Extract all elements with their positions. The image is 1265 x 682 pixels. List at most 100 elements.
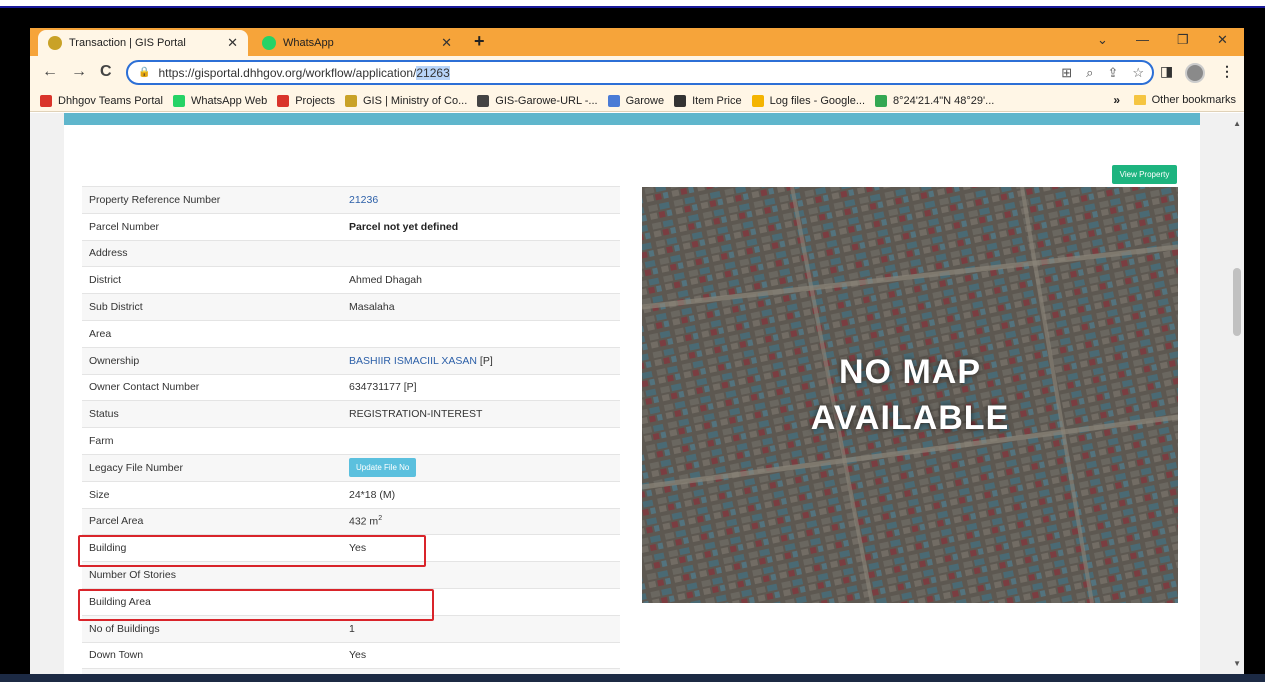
no-map-line2: AVAILABLE — [810, 399, 1010, 437]
property-value-cell: 21236 — [342, 187, 620, 214]
property-value-cell: 634731177 [P] — [342, 374, 620, 401]
forward-icon[interactable]: → — [71, 63, 87, 81]
property-label: Ownership — [89, 354, 140, 367]
scroll-up-icon[interactable]: ▲ — [1233, 119, 1241, 128]
table-row: Farm — [82, 427, 620, 455]
zoom-icon[interactable]: ⌕ — [1086, 65, 1093, 81]
property-value-cell — [342, 240, 620, 267]
projects-icon — [277, 94, 290, 107]
property-value-cell: BASHIIR ISMACIIL XASAN [P] — [342, 347, 620, 374]
unit-superscript: 2 — [378, 515, 383, 523]
scroll-thumb[interactable] — [1233, 268, 1241, 336]
property-value: 634731177 [P] — [349, 381, 417, 394]
bookmark-item[interactable]: Dhhgov Teams Portal — [40, 94, 163, 107]
property-value-cell: REGISTRATION-INTEREST — [342, 401, 620, 428]
property-label: Legacy File Number — [89, 461, 183, 474]
property-label: Property Reference Number — [89, 193, 221, 206]
share-icon[interactable]: ⇪ — [1107, 65, 1118, 81]
whatsapp-icon — [262, 36, 276, 50]
property-value: Masalaha — [349, 301, 395, 314]
property-label: Parcel Area — [89, 515, 144, 528]
bookmark-label: Dhhgov Teams Portal — [58, 94, 163, 107]
bookmark-item[interactable]: Item Price — [674, 94, 742, 107]
bookmark-label: Garowe — [625, 94, 665, 107]
sidebar-icon[interactable]: ◨ — [1160, 63, 1173, 80]
table-row: District Ahmed Dhagah — [82, 266, 620, 294]
garowe-icon — [607, 94, 620, 107]
tab-whatsapp[interactable]: WhatsApp ✕ — [252, 30, 462, 56]
avatar[interactable] — [1185, 63, 1205, 83]
section-header-bar — [64, 113, 1200, 125]
scroll-down-icon[interactable]: ▼ — [1233, 659, 1241, 668]
bookmark-item[interactable]: GIS | Ministry of Co... — [344, 94, 468, 107]
screen-frame: Transaction | GIS Portal ✕ WhatsApp ✕ + … — [0, 0, 1265, 682]
bookmarks-overflow-button[interactable]: » — [1113, 93, 1120, 107]
property-value-cell: Yes — [342, 642, 620, 669]
scrollbar[interactable]: ▲ ▼ — [1230, 113, 1244, 674]
bookmarks-bar: Dhhgov Teams Portal WhatsApp Web Projects G… — [30, 90, 1244, 112]
window-close-icon[interactable]: ✕ — [1217, 32, 1228, 48]
restore-icon[interactable]: ❐ — [1177, 32, 1189, 48]
bookmark-item[interactable]: Log files - Google... — [751, 94, 865, 107]
bookmark-item[interactable]: 8°24'21.4"N 48°29'... — [875, 94, 995, 107]
tab-strip: Transaction | GIS Portal ✕ WhatsApp ✕ + … — [30, 28, 1244, 56]
view-property-button[interactable]: View Property — [1112, 165, 1177, 184]
address-bar[interactable]: 🔒 https://gisportal.dhhgov.org/workflow/… — [126, 60, 1154, 85]
minimize-icon[interactable]: — — [1136, 32, 1149, 47]
url-text: https://gisportal.dhhgov.org/workflow/ap… — [158, 65, 417, 80]
property-label: Down Town — [89, 649, 144, 662]
property-value: Parcel not yet defined — [349, 220, 459, 233]
bookmark-star-icon[interactable]: ☆ — [1132, 65, 1144, 81]
lock-icon: 🔒 — [138, 67, 151, 78]
other-bookmarks-folder[interactable]: Other bookmarks — [1133, 94, 1236, 106]
update-file-no-button[interactable]: Update File No — [349, 458, 417, 478]
tab-search-icon[interactable]: ⌄ — [1097, 32, 1108, 48]
menu-icon[interactable]: ⋮ — [1220, 63, 1234, 80]
property-label: Size — [89, 488, 110, 501]
new-tab-button[interactable]: + — [474, 31, 485, 52]
close-icon[interactable]: ✕ — [227, 35, 238, 51]
property-value: Yes — [349, 649, 367, 662]
property-value[interactable]: BASHIIR ISMACIIL XASAN — [349, 355, 477, 367]
property-value[interactable]: 21236 — [349, 194, 378, 206]
back-icon[interactable]: ← — [42, 63, 58, 81]
table-row: Address — [82, 240, 620, 267]
whatsapp-icon — [172, 94, 185, 107]
tab-title: Transaction | GIS Portal — [69, 37, 186, 49]
bookmark-item[interactable]: GIS-Garowe-URL -... — [477, 94, 598, 107]
property-value-cell: Masalaha — [342, 294, 620, 321]
bookmark-item[interactable]: WhatsApp Web — [172, 94, 267, 107]
table-row: Legacy File Number Update File No — [82, 454, 620, 482]
tab-transaction[interactable]: Transaction | GIS Portal ✕ — [38, 30, 248, 56]
property-value-cell — [342, 320, 620, 347]
reload-icon[interactable]: C — [100, 63, 112, 81]
property-label: District — [89, 274, 122, 287]
bookmark-label: Item Price — [692, 94, 742, 107]
highlight-building-area — [78, 589, 434, 621]
toolbar: ← → C 🔒 https://gisportal.dhhgov.org/wor… — [30, 56, 1244, 90]
property-label: Parcel Number — [89, 220, 160, 233]
taskbar — [0, 674, 1265, 682]
close-icon[interactable]: ✕ — [441, 35, 452, 51]
tab-title: WhatsApp — [283, 37, 334, 49]
map-image: NO MAP AVAILABLE — [642, 187, 1178, 603]
no-map-overlay: NO MAP AVAILABLE — [642, 187, 1178, 603]
property-label: Farm — [89, 435, 114, 448]
bookmark-label: GIS | Ministry of Co... — [362, 94, 468, 107]
map-pin-icon — [875, 94, 887, 107]
property-value-cell: Update File No — [342, 454, 620, 481]
folder-icon — [1133, 95, 1146, 105]
url-selected-text: 21263 — [416, 65, 450, 80]
property-value-cell: Parcel not yet defined — [342, 213, 620, 240]
property-value: 24*18 (M) — [349, 488, 396, 501]
property-value: 1 — [349, 622, 355, 635]
table-row: Size 24*18 (M) — [82, 481, 620, 508]
bookmark-label: 8°24'21.4"N 48°29'... — [893, 94, 995, 107]
translate-icon[interactable]: ⊞ — [1061, 65, 1072, 81]
table-row: Owner Contact Number 634731177 [P] — [82, 374, 620, 401]
bookmark-item[interactable]: Projects — [277, 94, 335, 107]
table-row: Parcel Number Parcel not yet defined — [82, 213, 620, 240]
property-label: Area — [89, 327, 112, 340]
bookmark-item[interactable]: Garowe — [607, 94, 665, 107]
bookmark-label: GIS-Garowe-URL -... — [495, 94, 598, 107]
